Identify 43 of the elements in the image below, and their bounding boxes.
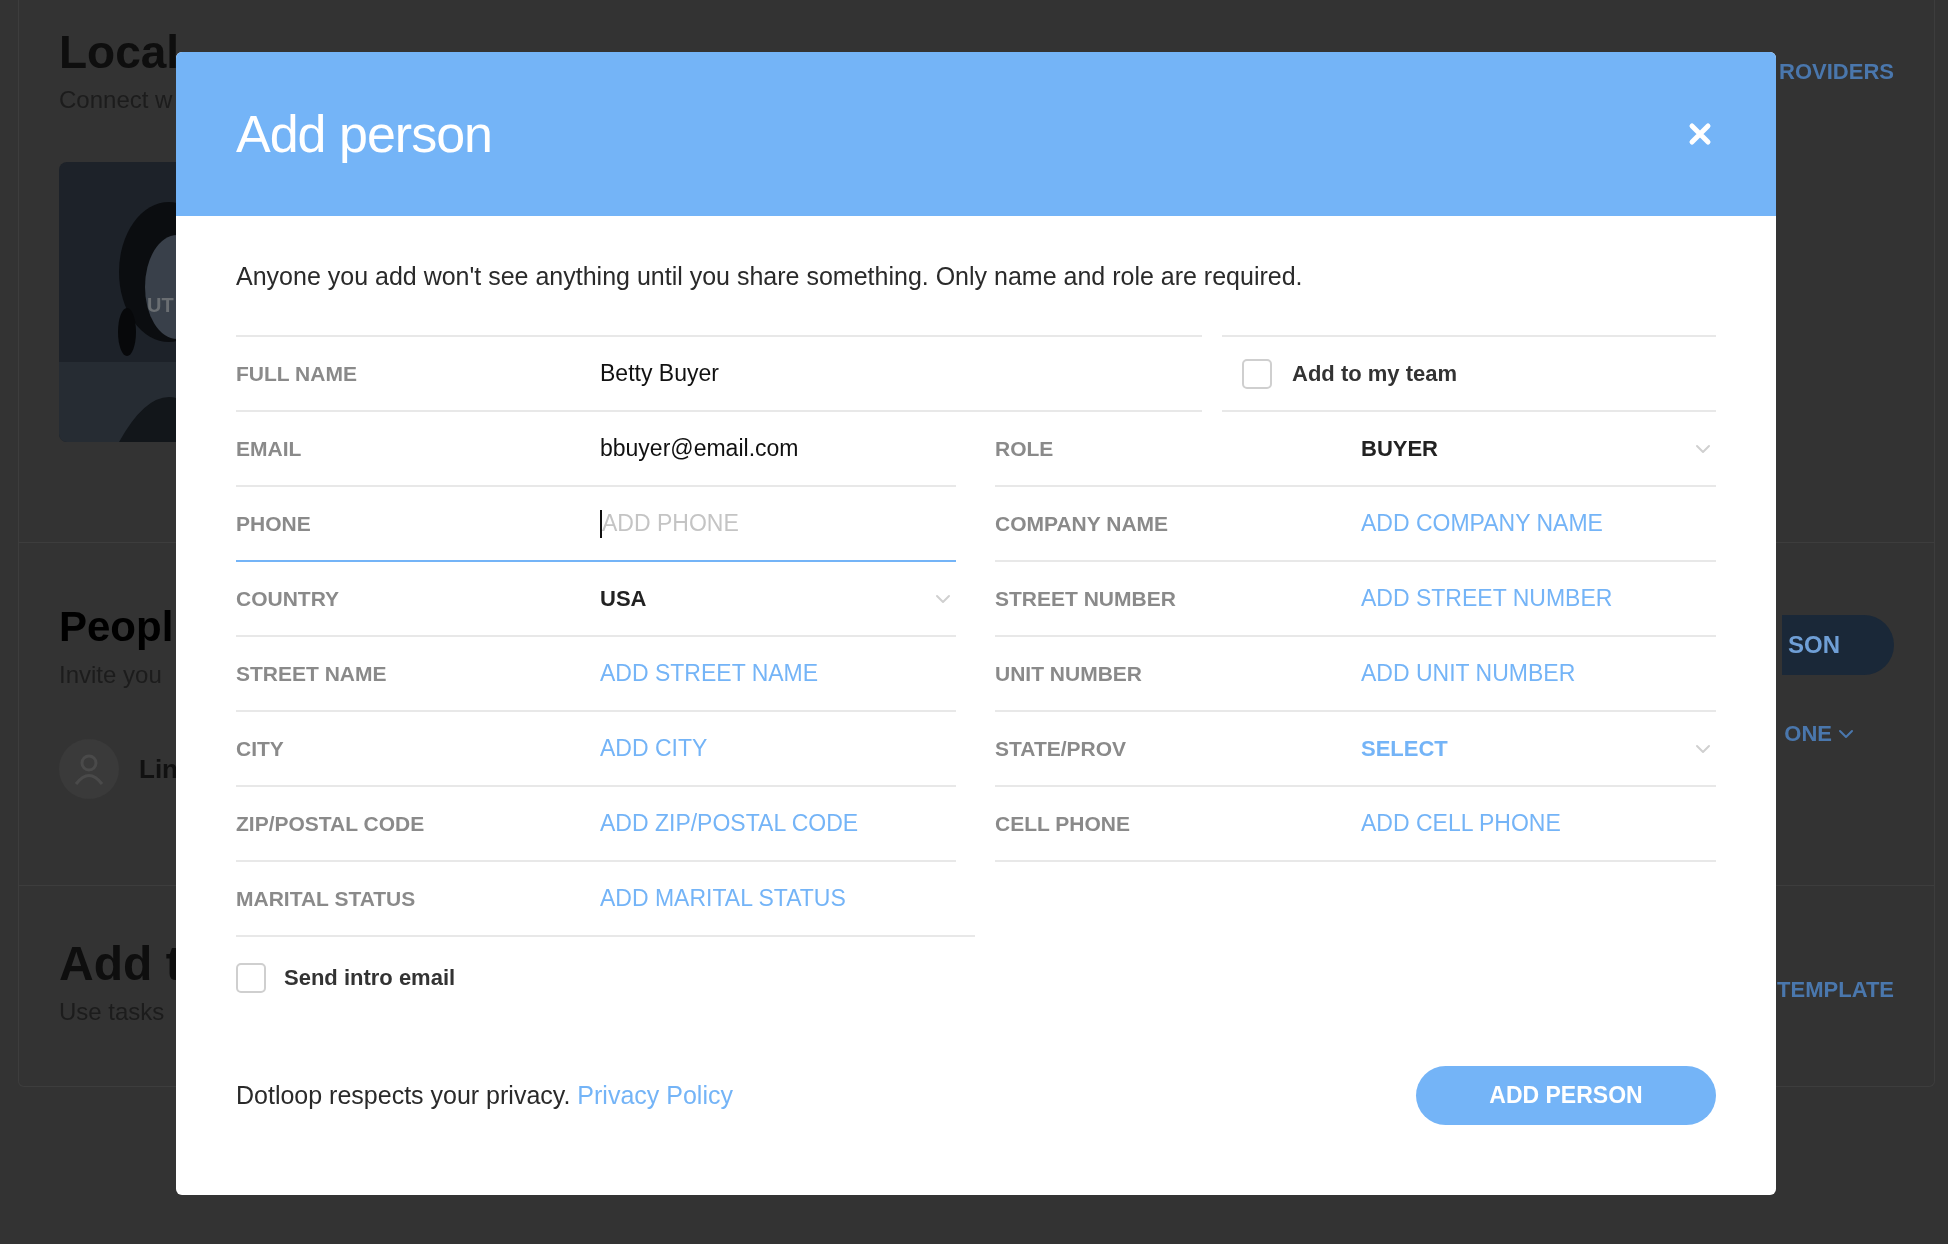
providers-link[interactable]: ROVIDERS: [1779, 59, 1894, 84]
role-dropdown[interactable]: ONE: [1784, 717, 1854, 750]
field-label: COMPANY NAME: [995, 510, 1170, 537]
field-label: PHONE: [236, 510, 312, 537]
input-field[interactable]: ADD CITY: [600, 730, 956, 767]
template-link[interactable]: TEMPLATE: [1777, 977, 1894, 1002]
checkbox-label: Add to my team: [1292, 360, 1458, 388]
privacy-note: Dotloop respects your privacy. Privacy Policy: [236, 1079, 733, 1111]
input-field[interactable]: ADD CELL PHONE: [1361, 805, 1716, 842]
input-field[interactable]: Betty Buyer: [600, 355, 1202, 392]
close-icon: [1688, 122, 1712, 146]
field-label: CELL PHONE: [995, 810, 1131, 837]
input-field[interactable]: bbuyer@email.com: [600, 430, 956, 467]
field-label: MARITAL STATUS: [236, 885, 417, 912]
field-label: CITY: [236, 735, 285, 762]
field-label: FULL NAME: [236, 360, 358, 387]
input-field[interactable]: ADD ZIP/POSTAL CODE: [600, 805, 956, 842]
input-field[interactable]: ADD UNIT NUMBER: [1361, 655, 1716, 692]
input-field[interactable]: ADD STREET NAME: [600, 655, 956, 692]
text-cursor: [600, 509, 602, 538]
input-field[interactable]: ADD MARITAL STATUS: [600, 880, 975, 917]
field-label: COUNTRY: [236, 585, 341, 612]
select-field[interactable]: USA: [600, 580, 956, 617]
field-label: ROLE: [995, 435, 1055, 462]
intro-text: Anyone you add won't see anything until you share something. Only name and role are required.: [236, 261, 1304, 291]
dialog-title: Add person: [236, 104, 492, 165]
field-label: EMAIL: [236, 435, 303, 462]
field-label: STATE/PROV: [995, 735, 1128, 762]
field-label: ZIP/POSTAL CODE: [236, 810, 426, 837]
checkbox-label: Send intro email: [284, 964, 456, 992]
invite-button[interactable]: SON: [1782, 615, 1894, 675]
input-field[interactable]: ADD PHONE: [602, 505, 956, 542]
select-field[interactable]: SELECT: [1361, 730, 1716, 767]
privacy-policy-link[interactable]: Privacy Policy: [577, 1080, 733, 1109]
checkbox[interactable]: [236, 962, 266, 993]
field-label: UNIT NUMBER: [995, 660, 1143, 687]
add-person-button[interactable]: ADD PERSON: [1416, 1066, 1716, 1125]
field-label: STREET NAME: [236, 660, 388, 687]
checkbox[interactable]: [1242, 358, 1272, 389]
input-field[interactable]: ADD COMPANY NAME: [1361, 505, 1716, 542]
input-field[interactable]: ADD STREET NUMBER: [1361, 580, 1716, 617]
field-label: STREET NUMBER: [995, 585, 1177, 612]
select-field[interactable]: BUYER: [1361, 430, 1716, 467]
